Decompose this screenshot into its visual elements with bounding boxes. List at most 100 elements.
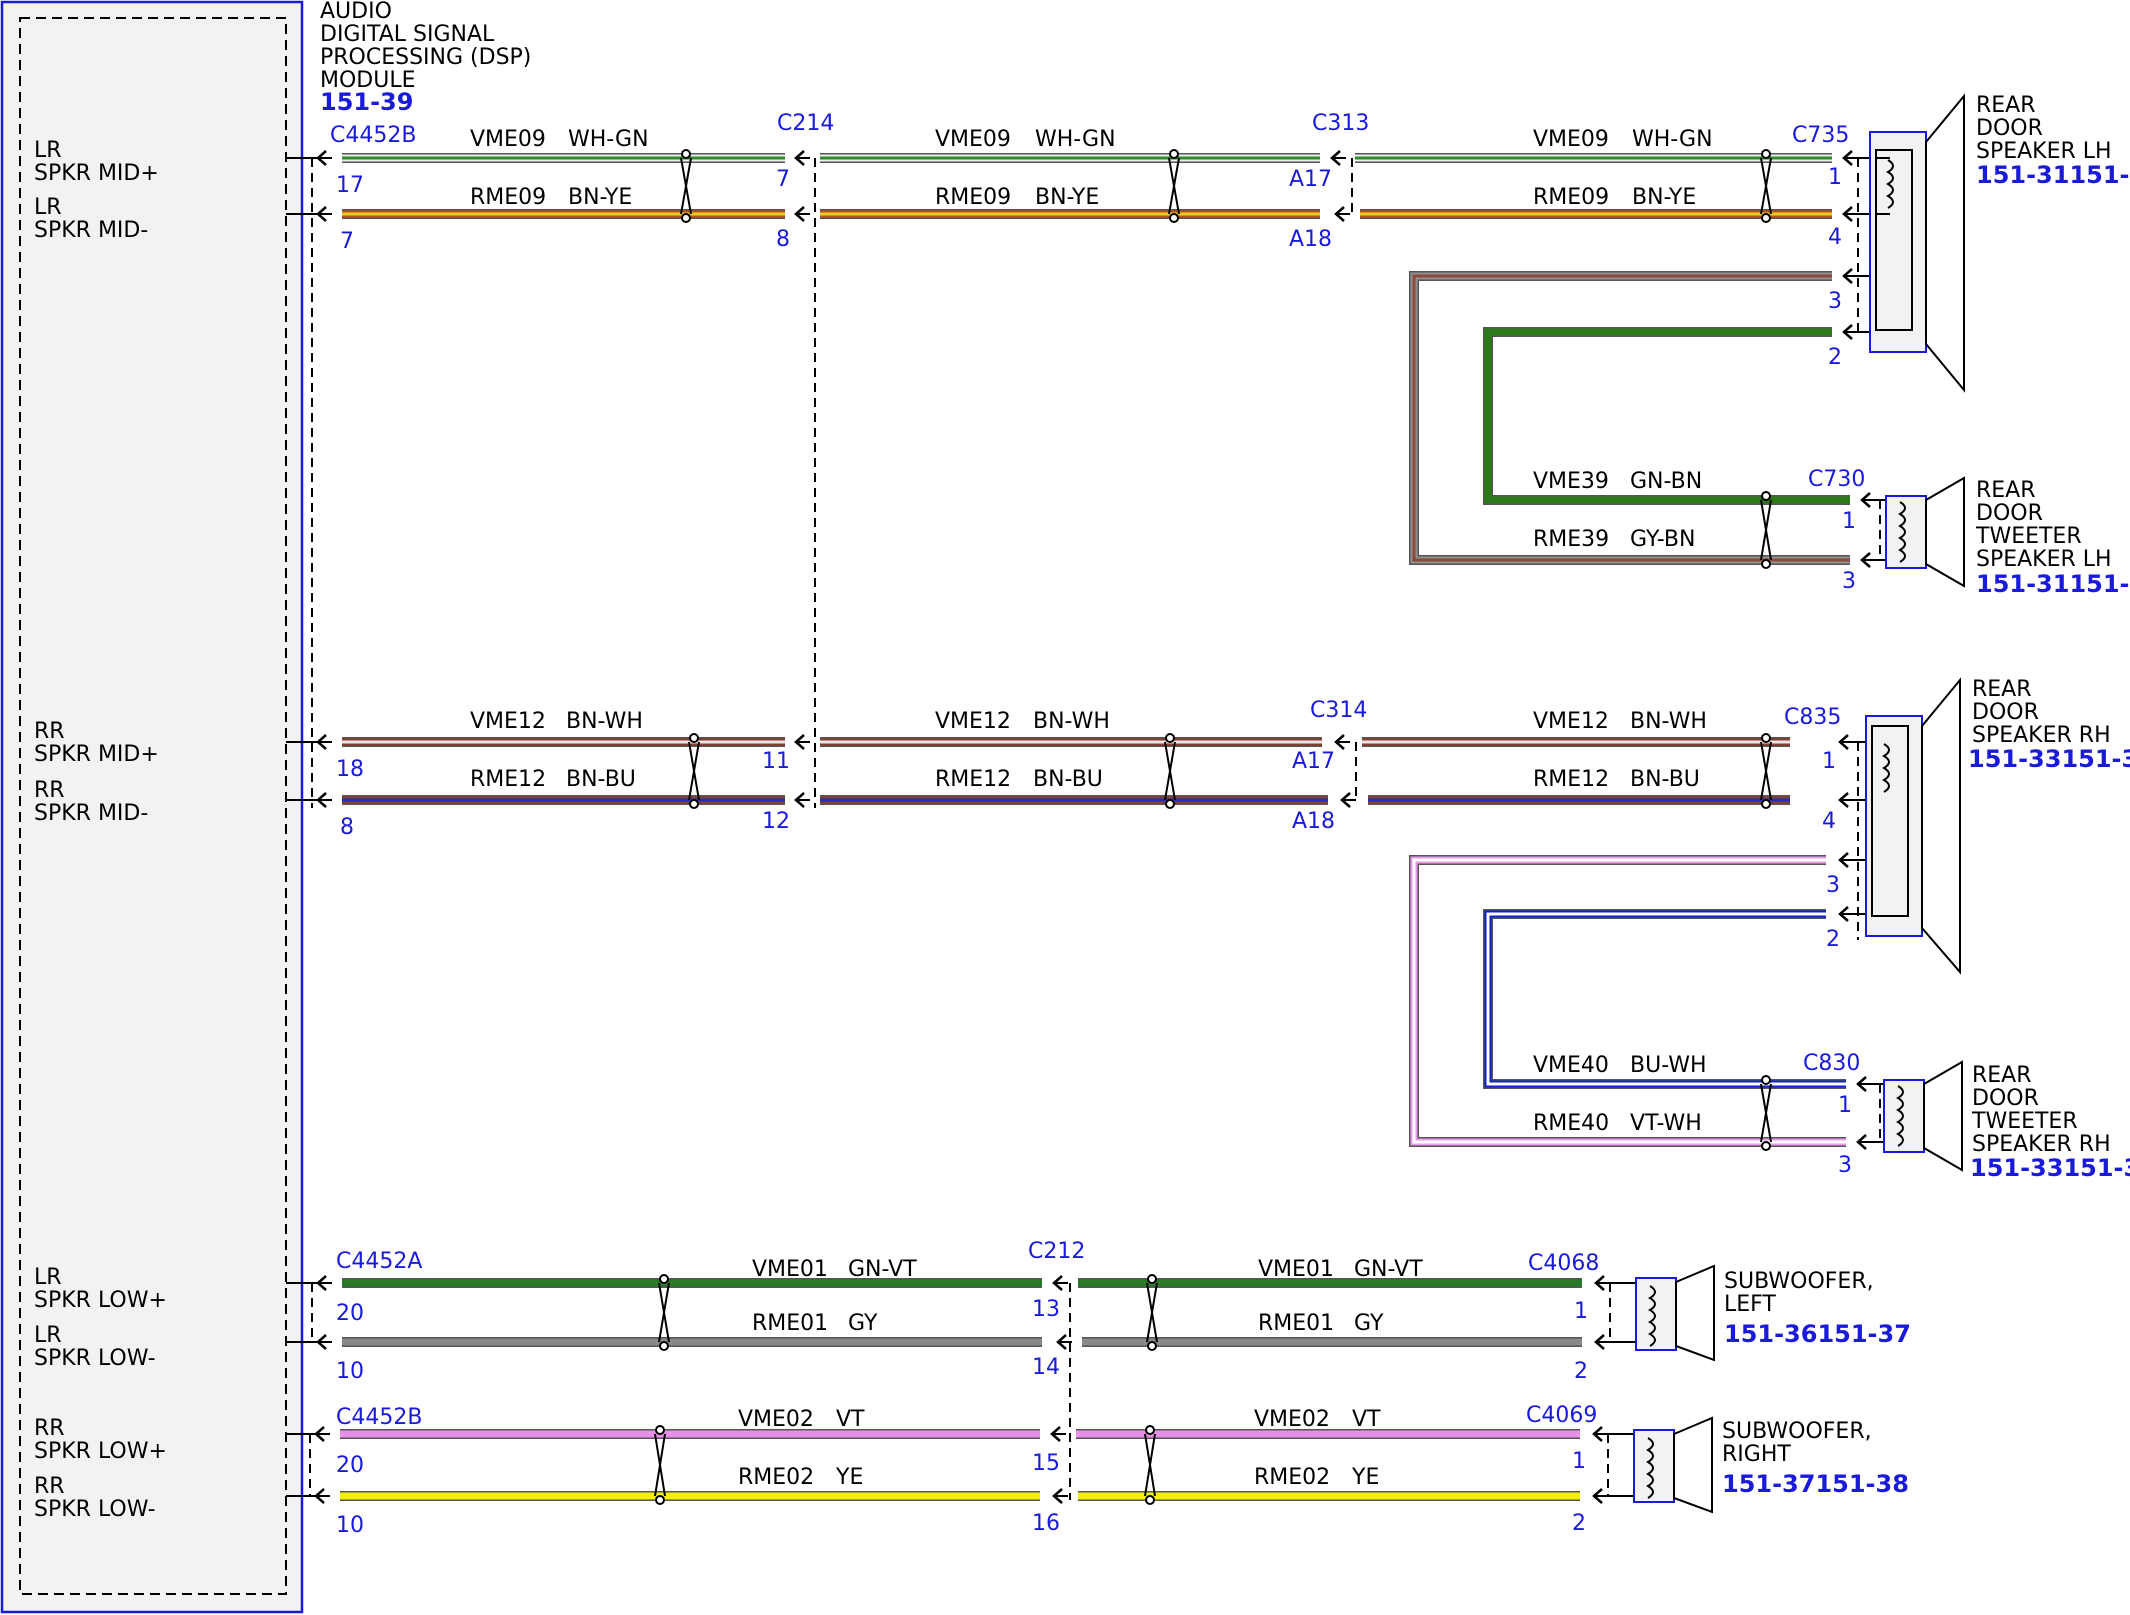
wire-color: BN-BU [1033, 767, 1103, 792]
twist-end [1165, 733, 1175, 743]
subwoofer-right[interactable] [1633, 1416, 1713, 1514]
wire-color: BN-WH [566, 709, 643, 734]
connector-c4068[interactable]: C4068 [1528, 1251, 1599, 1276]
rear-door-speaker-lh[interactable] [1869, 93, 1965, 393]
twist-lines [1760, 741, 1772, 801]
wire-circuit: VME12 [1533, 709, 1609, 734]
wire-color: GY [1354, 1311, 1384, 1336]
connector-c314[interactable]: C314 [1310, 698, 1367, 723]
module-ref[interactable]: 151-39 [320, 88, 413, 116]
twist-lines [680, 157, 692, 215]
pin-number: 3 [1842, 569, 1856, 594]
wire-rme39-outline [1409, 271, 1850, 565]
connector-c4069[interactable]: C4069 [1526, 1403, 1597, 1428]
wire-color: YE [835, 1465, 863, 1490]
pin-numbers: 17 7 7 8 A17 A18 1 4 3 2 1 3 18 11 8 12 … [336, 165, 1856, 1538]
component-label-line: DOOR [1976, 501, 2043, 526]
wire-color: VT [836, 1407, 865, 1432]
twist-lines [1146, 1282, 1158, 1343]
wire-color: BN-YE [1035, 185, 1099, 210]
wire-circuit: RME02 [1254, 1465, 1330, 1490]
wire-color: BN-WH [1033, 709, 1110, 734]
pin-number: 10 [336, 1359, 364, 1384]
wire-rme39-stripe [1412, 274, 1850, 562]
component-label-line: SUBWOOFER, [1724, 1269, 1874, 1294]
twist-lines [1760, 1083, 1772, 1143]
pin-number: 1 [1842, 509, 1856, 534]
pin-number: 3 [1826, 873, 1840, 898]
wire-circuit: RME09 [1533, 185, 1609, 210]
pin-number: 10 [336, 1513, 364, 1538]
wire-color: VT [1352, 1407, 1381, 1432]
pin-number: 3 [1838, 1153, 1852, 1178]
component-label-line: TWEETER [1975, 524, 2082, 549]
component-label-line: DOOR [1972, 700, 2039, 725]
pin-number: 13 [1032, 1297, 1060, 1322]
wire-circuit: VME09 [1533, 127, 1609, 152]
twist-end [659, 1274, 669, 1284]
pin-number: 11 [762, 749, 790, 774]
rear-door-speaker-rh[interactable] [1865, 677, 1961, 975]
connector-c4452a[interactable]: C4452A [336, 1249, 422, 1274]
component-ref[interactable]: 151-31151-32 [1976, 570, 2130, 598]
subwoofer-cone-icon [1675, 1264, 1715, 1362]
pin-label-line1: RR [34, 1474, 65, 1499]
connector-c735[interactable]: C735 [1792, 123, 1849, 148]
wire-rme40-stripe [1412, 858, 1846, 1144]
pin-number: 2 [1574, 1359, 1588, 1384]
pin-label-line1: LR [34, 1265, 62, 1290]
component-ref[interactable]: 151-33151-34 [1968, 745, 2130, 773]
connector-c212[interactable]: C212 [1028, 1239, 1085, 1264]
component-label-line: SUBWOOFER, [1722, 1419, 1872, 1444]
twist-end [1761, 491, 1771, 501]
twist-end [1761, 149, 1771, 159]
component-ref[interactable]: 151-37151-38 [1722, 1470, 1909, 1498]
wire-color: WH-GN [1632, 127, 1713, 152]
component-ref[interactable]: 151-33151-34 [1970, 1154, 2130, 1182]
wire-color: BN-YE [568, 185, 632, 210]
wire-circuit: VME09 [935, 127, 1011, 152]
pin-number: 1 [1572, 1449, 1586, 1474]
connector-c4452b-top[interactable]: C4452B [330, 123, 416, 148]
pin-number: A18 [1289, 227, 1332, 252]
connector-c830[interactable]: C830 [1803, 1051, 1860, 1076]
pin-number: 7 [776, 167, 790, 192]
twist-lines [658, 1282, 670, 1343]
connector-c835[interactable]: C835 [1784, 705, 1841, 730]
twist-lines [1144, 1433, 1156, 1497]
component-label-line: SPEAKER LH [1976, 547, 2112, 572]
pin-label-line1: LR [34, 138, 62, 163]
pin-number: 8 [340, 815, 354, 840]
twist-end [1761, 733, 1771, 743]
component-label-line: TWEETER [1971, 1109, 2078, 1134]
component-label-line: REAR [1972, 677, 2032, 702]
connector-c4452b-bottom[interactable]: C4452B [336, 1405, 422, 1430]
pin-number: 1 [1838, 1093, 1852, 1118]
twist-end [1169, 149, 1179, 159]
rear-door-tweeter-rh[interactable] [1883, 1060, 1963, 1172]
wire-circuit: VME01 [1258, 1257, 1334, 1282]
pin-number: 16 [1032, 1511, 1060, 1536]
twist-end [681, 149, 691, 159]
pin-number: 1 [1822, 749, 1836, 774]
twist-end [1761, 1075, 1771, 1085]
twist-end [1761, 559, 1771, 569]
component-label-line: REAR [1976, 93, 2036, 118]
connector-c730[interactable]: C730 [1808, 467, 1865, 492]
subwoofer-body [1635, 1277, 1677, 1351]
connector-c214[interactable]: C214 [777, 111, 834, 136]
wire-circuit: RME12 [470, 767, 546, 792]
dsp-module-title: AUDIO DIGITAL SIGNAL PROCESSING (DSP) MO… [320, 0, 531, 116]
component-label-line: REAR [1976, 478, 2036, 503]
pin-number: 18 [336, 757, 364, 782]
subwoofer-cone-icon [1673, 1416, 1713, 1514]
module-title-line-1: AUDIO [320, 0, 392, 24]
twist-lines [654, 1433, 666, 1497]
connector-c313[interactable]: C313 [1312, 111, 1369, 136]
subwoofer-left[interactable] [1635, 1264, 1715, 1362]
pin-label-line2: SPKR MID- [34, 801, 148, 826]
pin-number: 1 [1574, 1299, 1588, 1324]
rear-door-tweeter-lh[interactable] [1885, 476, 1965, 588]
component-ref[interactable]: 151-36151-37 [1724, 1320, 1911, 1348]
component-ref[interactable]: 151-31151-32 [1976, 161, 2130, 189]
